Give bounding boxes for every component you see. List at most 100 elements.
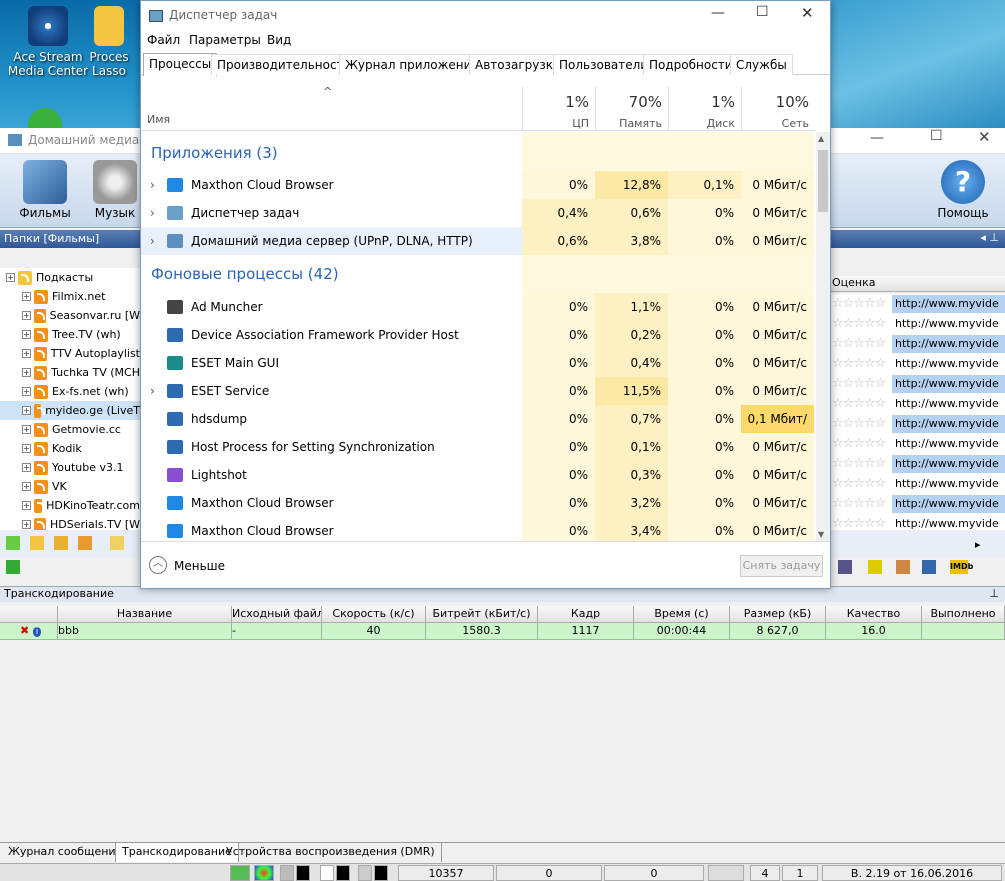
close-button[interactable]: ✕ (801, 4, 814, 22)
chevron-right-icon[interactable]: › (150, 377, 155, 405)
tab-log[interactable]: Журнал сообщений (2, 843, 130, 862)
folder-add-icon[interactable] (30, 536, 44, 550)
imdb-icon[interactable]: IMDb (950, 560, 973, 574)
save-icon[interactable] (922, 560, 936, 574)
folder-remove-icon[interactable] (78, 536, 92, 550)
close-button[interactable]: ✕ (978, 128, 991, 146)
table-header-cell[interactable]: Скорость (к/с) (322, 606, 426, 623)
tab-startup[interactable]: Автозагрузка (469, 54, 567, 75)
expand-icon[interactable]: + (22, 501, 31, 510)
media-row[interactable]: ☆☆☆☆☆ http://www.myvide (830, 474, 1005, 494)
media-row[interactable]: ☆☆☆☆☆ http://www.myvide (830, 434, 1005, 454)
table-header-cell[interactable]: Размер (кБ) (730, 606, 826, 623)
tab-services[interactable]: Службы (730, 54, 793, 75)
tree-node[interactable]: + Seasonvar.ru [W (0, 306, 140, 325)
media-row[interactable]: ☆☆☆☆☆ http://www.myvide (830, 494, 1005, 514)
key-icon[interactable] (868, 560, 882, 574)
expand-icon[interactable]: + (22, 463, 31, 472)
help-button[interactable]: ? Помощь (928, 158, 998, 224)
process-row[interactable]: hdsdump0%0,7%0%0,1 Мбит/с (141, 405, 815, 454)
column-memory[interactable]: 70% Память (595, 87, 668, 131)
rating-stars-icon[interactable]: ☆☆☆☆☆ (830, 456, 892, 471)
chevron-right-icon[interactable]: › (150, 227, 155, 255)
process-row[interactable]: › Диспетчер задач 0,4% 0,6% 0% 0 Мбит/с (141, 199, 815, 227)
rating-stars-icon[interactable]: ☆☆☆☆☆ (830, 416, 892, 431)
pin-icon[interactable]: ⊥ (989, 587, 999, 600)
maximize-button[interactable]: ☐ (756, 4, 769, 20)
process-row[interactable]: Maxthon Cloud Browser 0% 3,4% 0% 0 Мбит/с (141, 517, 815, 541)
chevron-right-icon[interactable]: › (150, 199, 155, 227)
table-header-cell[interactable]: Битрейт (кБит/с) (426, 606, 538, 623)
info-icon[interactable]: i (32, 627, 42, 637)
table-header-cell[interactable]: Название (58, 606, 232, 623)
minimize-button[interactable]: — (870, 130, 884, 146)
menu-options[interactable]: Параметры (189, 33, 261, 47)
films-button[interactable]: Фильмы (10, 158, 80, 224)
expand-icon[interactable]: + (6, 273, 15, 282)
end-task-button[interactable]: Снять задачу (740, 555, 823, 577)
media-row[interactable]: ☆☆☆☆☆ http://www.myvide (830, 314, 1005, 334)
tree-node[interactable]: + myideo.ge (LiveT (0, 401, 140, 420)
process-row[interactable]: › Домашний медиа сервер (UPnP, DLNA, HTTP… (141, 227, 815, 255)
expand-icon[interactable]: + (22, 482, 31, 491)
desktop-icon-process-lasso[interactable]: Proces Lasso (78, 6, 140, 78)
media-row[interactable]: ☆☆☆☆☆ http://www.myvide (830, 394, 1005, 414)
menu-file[interactable]: Файл (147, 33, 180, 47)
scroll-up-icon[interactable]: ▲ (818, 134, 824, 143)
tree-node[interactable]: + Filmix.net (0, 287, 140, 306)
media-row[interactable]: ☆☆☆☆☆ http://www.myvide (830, 334, 1005, 354)
table-header-cell[interactable]: Качество (826, 606, 922, 623)
rating-stars-icon[interactable]: ☆☆☆☆☆ (830, 356, 892, 371)
maximize-button[interactable]: ☐ (930, 128, 943, 144)
expand-icon[interactable]: + (22, 520, 31, 529)
expand-icon[interactable]: + (22, 425, 31, 434)
rating-stars-icon[interactable]: ☆☆☆☆☆ (830, 316, 892, 331)
minimize-button[interactable]: — (711, 5, 725, 21)
scrollbar-thumb[interactable] (818, 150, 828, 212)
tab-performance[interactable]: Производительность (211, 54, 357, 75)
media-row[interactable]: ☆☆☆☆☆ http://www.myvide (830, 294, 1005, 314)
tree-node[interactable]: + Kodik (0, 439, 140, 458)
tab-users[interactable]: Пользователи (553, 54, 655, 75)
tab-dmr[interactable]: Устройства воспроизведения (DMR) (220, 843, 442, 862)
scroll-down-icon[interactable]: ▼ (818, 530, 824, 539)
palm-icon[interactable] (6, 560, 20, 574)
people-icon[interactable] (896, 560, 910, 574)
process-row[interactable]: Ad Muncher 0% 1,1% 0% 0 Мбит/с (141, 293, 815, 321)
media-row[interactable]: ☆☆☆☆☆ http://www.myvide (830, 414, 1005, 434)
tree-node[interactable]: + Ex-fs.net (wh) (0, 382, 140, 401)
rating-stars-icon[interactable]: ☆☆☆☆☆ (830, 496, 892, 511)
rating-stars-icon[interactable]: ☆☆☆☆☆ (830, 516, 892, 531)
process-row[interactable]: › ESET Service 0% 11,5% 0% 0 Мбит/с (141, 377, 815, 405)
rating-stars-icon[interactable]: ☆☆☆☆☆ (830, 296, 892, 311)
expand-icon[interactable]: + (22, 406, 31, 415)
media-row[interactable]: ☆☆☆☆☆ http://www.myvide (830, 454, 1005, 474)
music-button[interactable]: Музык (90, 158, 140, 224)
expand-icon[interactable]: + (22, 444, 31, 453)
menu-view[interactable]: Вид (267, 33, 291, 47)
rating-stars-icon[interactable]: ☆☆☆☆☆ (830, 476, 892, 491)
process-row[interactable]: Lightshot 0% 0,3% 0% 0 Мбит/с (141, 461, 815, 489)
expand-icon[interactable]: + (22, 387, 31, 396)
folder-edit-icon[interactable] (54, 536, 68, 550)
expand-icon[interactable]: + (22, 330, 31, 339)
column-network[interactable]: 10% Сеть (741, 87, 815, 131)
table-header-cell[interactable]: Исходный файл (232, 606, 322, 623)
table-header-cell[interactable]: Выполнено (922, 606, 1005, 623)
rating-stars-icon[interactable]: ☆☆☆☆☆ (830, 396, 892, 411)
expand-icon[interactable]: + (22, 368, 31, 377)
tab-processes[interactable]: Процессы (143, 53, 218, 76)
tree-node[interactable]: + Getmovie.cc (0, 420, 140, 439)
media-row[interactable]: ☆☆☆☆☆ http://www.myvide (830, 354, 1005, 374)
expand-icon[interactable]: + (22, 311, 31, 320)
tree-node[interactable]: + HDKinoTeatr.com (0, 496, 140, 515)
process-row[interactable]: Device Association Framework Provider Ho… (141, 321, 815, 349)
chevron-right-icon[interactable]: › (150, 171, 155, 199)
expand-icon[interactable]: + (22, 349, 31, 358)
tab-app-history[interactable]: Журнал приложений (339, 54, 486, 75)
tree-node[interactable]: + Tuchka TV (MCH (0, 363, 140, 382)
edit-icon[interactable] (838, 560, 852, 574)
rating-stars-icon[interactable]: ☆☆☆☆☆ (830, 376, 892, 391)
chevron-up-icon[interactable]: ︿ (149, 556, 167, 574)
tree-node[interactable]: + Tree.TV (wh) (0, 325, 140, 344)
